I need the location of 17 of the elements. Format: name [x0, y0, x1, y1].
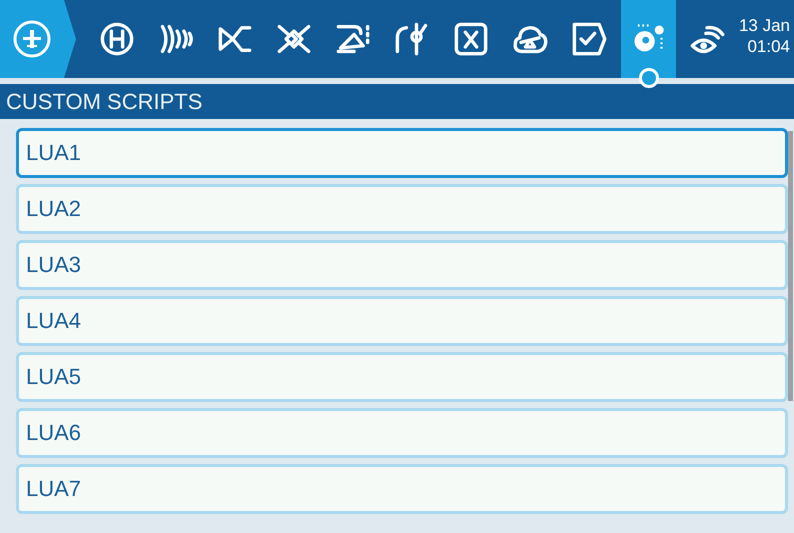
page-title: CUSTOM SCRIPTS: [6, 89, 202, 114]
checklist-icon: [571, 21, 608, 57]
helicopter-icon: [99, 21, 136, 57]
script-item[interactable]: LUA4: [16, 296, 788, 346]
script-item[interactable]: LUA6: [16, 408, 788, 458]
airplane-icon: [12, 19, 52, 59]
script-item[interactable]: LUA3: [16, 240, 788, 290]
script-item[interactable]: LUA7: [16, 464, 788, 514]
date-text: 13 Jan: [738, 15, 790, 36]
script-item[interactable]: LUA1: [16, 128, 788, 178]
scrollbar[interactable]: [788, 131, 793, 401]
home-button[interactable]: [0, 0, 78, 78]
variable-icon: [453, 21, 490, 57]
time-text: 01:04: [746, 36, 790, 57]
menu-tab[interactable]: [620, 0, 676, 78]
script-item[interactable]: LUA5: [16, 352, 788, 402]
script-item[interactable]: LUA2: [16, 184, 788, 234]
